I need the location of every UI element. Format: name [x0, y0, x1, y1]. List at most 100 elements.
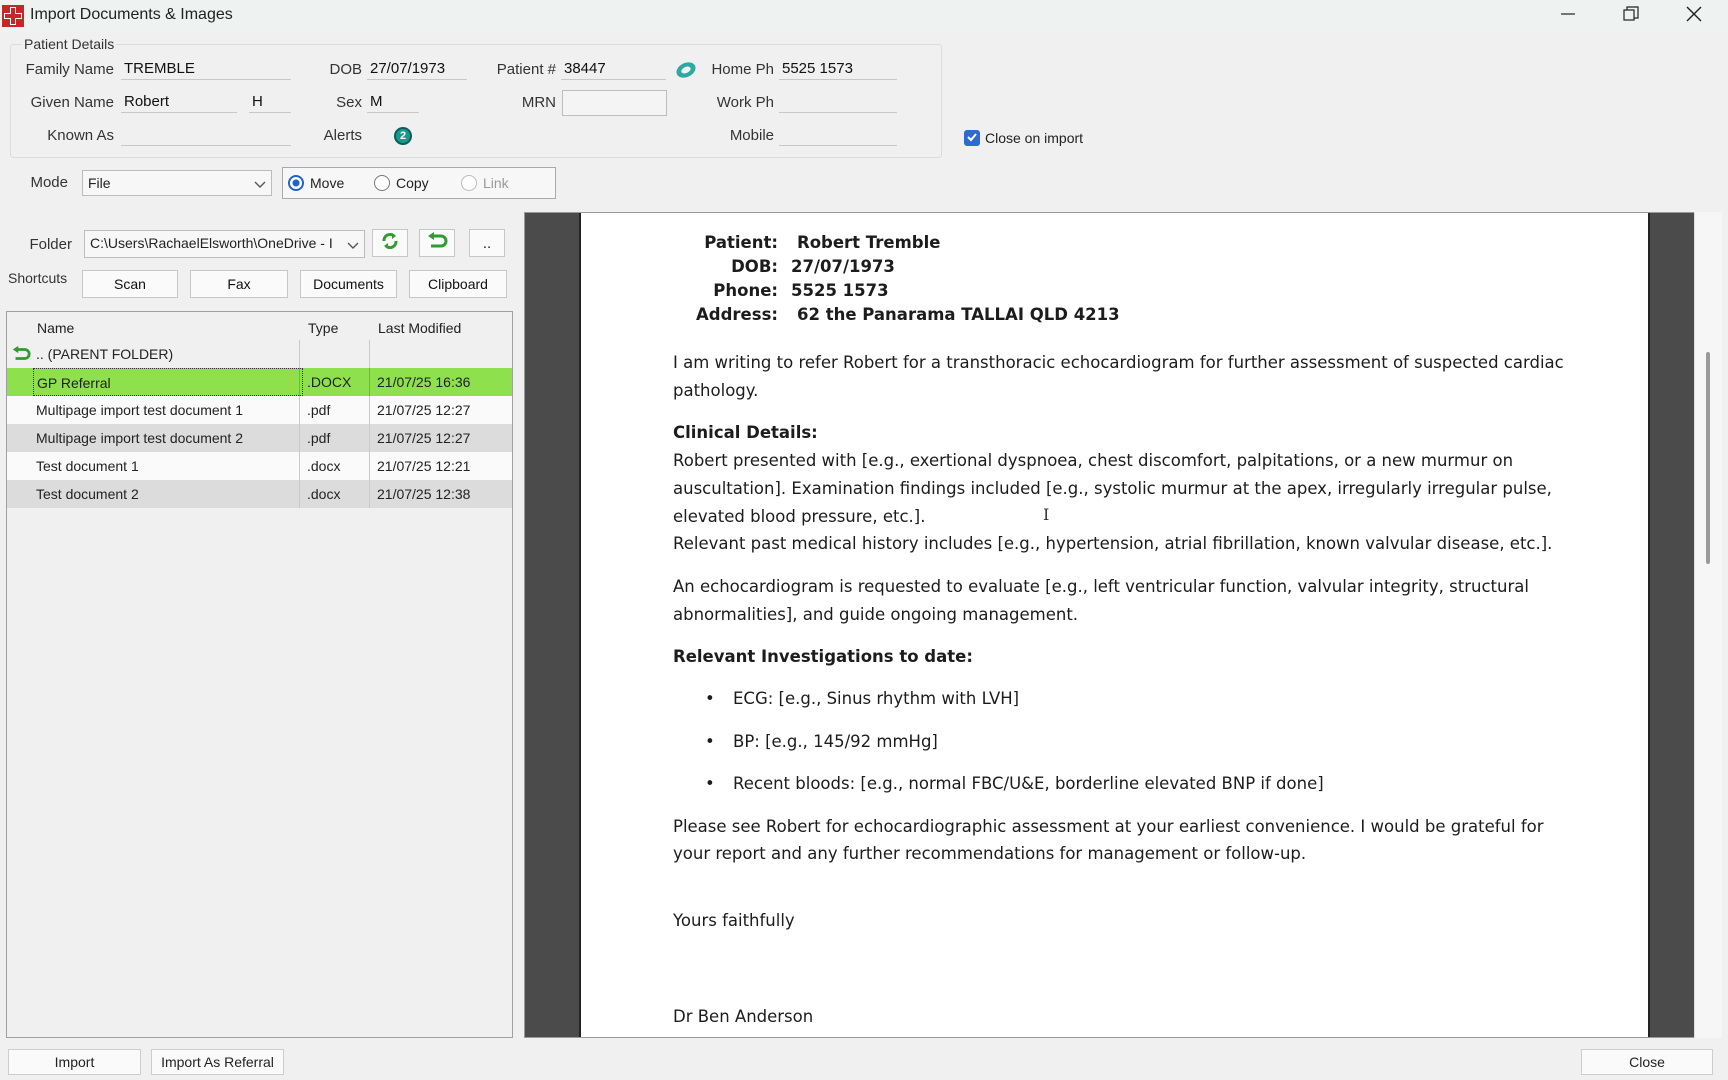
refresh-icon: [380, 231, 400, 255]
link-radio-label: Link: [483, 175, 509, 191]
work-phone-label: Work Ph: [716, 94, 774, 111]
folder-chevron-down-icon: [347, 238, 359, 254]
file-type: .pdf: [307, 430, 331, 446]
doc-bullet-item: Recent bloods: [e.g., normal FBC/U&E, bo…: [733, 774, 1324, 793]
mobile-label: Mobile: [729, 127, 774, 144]
refresh-button[interactable]: [372, 229, 408, 257]
file-name: Test document 1: [36, 458, 139, 474]
close-on-import-checkbox[interactable]: [964, 130, 980, 146]
known-as-label: Known As: [47, 127, 114, 144]
browse-folder-button[interactable]: ..: [469, 229, 505, 257]
sex-field[interactable]: M: [367, 91, 419, 113]
fax-button[interactable]: Fax: [190, 270, 288, 298]
file-name: Multipage import test document 2: [36, 430, 243, 446]
close-button[interactable]: Close: [1581, 1049, 1713, 1075]
dob-field[interactable]: 27/07/1973: [367, 58, 467, 80]
doc-clinical-line: auscultation]. Examination findings incl…: [673, 479, 1552, 498]
bullet-icon: •: [705, 774, 715, 793]
undo-arrow-icon: [426, 232, 448, 254]
copy-radio-indicator: [374, 175, 390, 191]
file-modified: 21/07/25 12:21: [377, 458, 471, 474]
mode-label: Mode: [30, 174, 68, 191]
file-list: Name Type Last Modified .. (PARENT FOLDE…: [6, 311, 513, 1038]
move-radio-indicator: [288, 175, 304, 191]
file-type: .DOCX: [307, 374, 352, 390]
move-radio-label: Move: [310, 175, 345, 191]
parent-folder-row[interactable]: .. (PARENT FOLDER): [7, 340, 512, 368]
given-name-field[interactable]: Robert: [121, 91, 237, 113]
table-row[interactable]: Multipage import test document 1 .pdf 21…: [7, 396, 512, 424]
file-type: .docx: [307, 486, 341, 502]
link-radio[interactable]: Link: [461, 175, 509, 191]
column-header-modified[interactable]: Last Modified: [374, 312, 512, 342]
column-header-type[interactable]: Type: [304, 312, 374, 342]
file-type: .docx: [307, 458, 341, 474]
mrn-field[interactable]: [562, 90, 667, 116]
document-preview: Patient: Robert Tremble DOB: 27/07/1973 …: [524, 212, 1722, 1038]
file-modified: 21/07/25 12:27: [377, 430, 471, 446]
bullet-icon: •: [705, 689, 715, 708]
file-type: .pdf: [307, 402, 331, 418]
doc-intro-line: I am writing to refer Robert for a trans…: [673, 353, 1564, 372]
scan-button[interactable]: Scan: [82, 270, 178, 298]
doc-clinical-heading: Clinical Details:: [673, 423, 818, 442]
close-window-button[interactable]: [1664, 0, 1724, 32]
mrn-label: MRN: [521, 94, 556, 111]
doc-bullet-item: ECG: [e.g., Sinus rhythm with LVH]: [733, 689, 1020, 708]
link-radio-indicator: [461, 175, 477, 191]
window-title: Import Documents & Images: [30, 6, 233, 23]
chevron-down-icon: [254, 177, 266, 193]
file-name: Test document 2: [36, 486, 139, 502]
doc-closing-line: Please see Robert for echocardiographic …: [673, 817, 1544, 836]
folder-path-select[interactable]: C:\Users\RachaelElsworth\OneDrive - I: [84, 230, 365, 258]
doc-signer: Dr Ben Anderson: [673, 1007, 814, 1026]
restore-button[interactable]: [1601, 0, 1661, 32]
move-radio[interactable]: Move: [288, 175, 344, 191]
documents-button[interactable]: Documents: [300, 270, 397, 298]
doc-closing-line: your report and any further recommendati…: [673, 844, 1307, 863]
title-bar: [0, 0, 1728, 32]
doc-address-label: Address:: [696, 305, 778, 324]
back-folder-button[interactable]: [419, 229, 455, 257]
document-page: Patient: Robert Tremble DOB: 27/07/1973 …: [579, 213, 1650, 1037]
table-row[interactable]: Test document 1 .docx 21/07/25 12:21: [7, 452, 512, 480]
file-modified: 21/07/25 16:36: [377, 374, 471, 390]
bullet-icon: •: [705, 732, 715, 751]
column-header-name[interactable]: Name: [33, 312, 305, 342]
doc-clinical-line: Robert presented with [e.g., exertional …: [673, 451, 1514, 470]
file-modified: 21/07/25 12:38: [377, 486, 471, 502]
mode-select-value: File: [88, 175, 111, 191]
patient-details-label: Patient Details: [22, 36, 117, 52]
patient-number-field[interactable]: 38447: [561, 58, 666, 80]
doc-signoff: Yours faithfully: [673, 911, 795, 930]
import-button[interactable]: Import: [8, 1049, 141, 1075]
preview-scrollbar-thumb[interactable]: [1706, 352, 1710, 564]
given-name-label: Given Name: [30, 94, 114, 111]
table-row[interactable]: GP Referral .DOCX 21/07/25 16:36: [7, 368, 512, 396]
middle-initial-field[interactable]: H: [249, 91, 291, 113]
alerts-badge[interactable]: 2: [394, 127, 412, 145]
close-icon: [1686, 6, 1702, 26]
home-phone-field[interactable]: 5525 1573: [779, 58, 897, 80]
clipboard-button[interactable]: Clipboard: [409, 270, 507, 298]
folder-label: Folder: [29, 236, 72, 253]
alerts-label: Alerts: [323, 127, 362, 144]
file-name: Multipage import test document 1: [36, 402, 243, 418]
doc-echo-line: An echocardiogram is requested to evalua…: [673, 577, 1529, 596]
table-row[interactable]: Test document 2 .docx 21/07/25 12:38: [7, 480, 512, 508]
patient-lookup-icon[interactable]: [674, 58, 698, 82]
family-name-field[interactable]: TREMBLE: [121, 58, 291, 80]
mobile-field[interactable]: [779, 124, 897, 146]
shortcuts-label: Shortcuts: [8, 270, 68, 286]
copy-radio[interactable]: Copy: [374, 175, 429, 191]
work-phone-field[interactable]: [779, 91, 897, 113]
import-as-referral-button[interactable]: Import As Referral: [151, 1049, 284, 1075]
table-row[interactable]: Multipage import test document 2 .pdf 21…: [7, 424, 512, 452]
mode-select[interactable]: File: [82, 170, 272, 196]
known-as-field[interactable]: [121, 124, 291, 146]
sex-label: Sex: [336, 94, 362, 111]
minimize-button[interactable]: [1538, 0, 1598, 32]
doc-address-value: 62 the Panarama TALLAI QLD 4213: [797, 305, 1120, 324]
preview-scrollbar[interactable]: [1694, 212, 1722, 1038]
doc-intro-line: pathology.: [673, 381, 759, 400]
